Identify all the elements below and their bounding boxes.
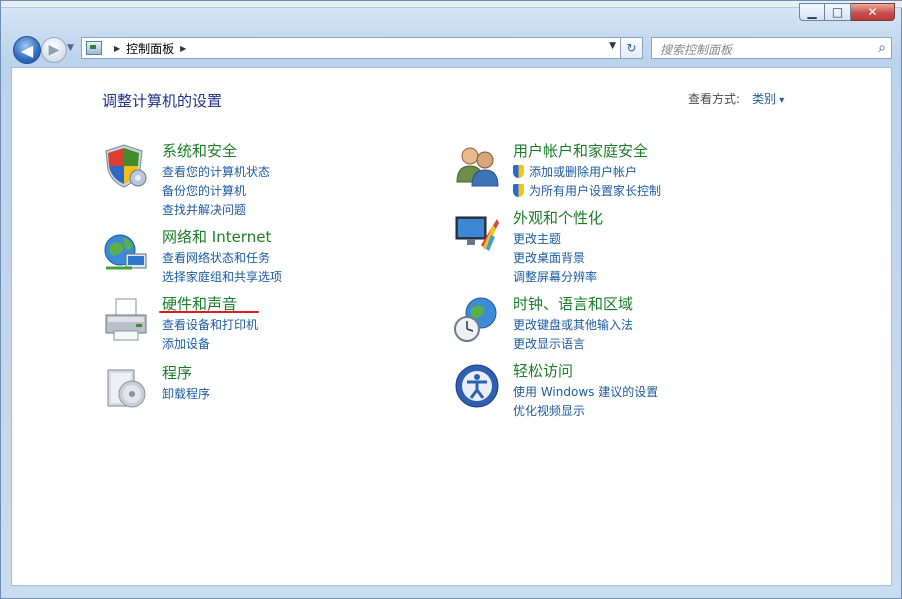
breadcrumb-chevron-icon[interactable]: ▶ <box>180 44 186 53</box>
search-placeholder: 搜索控制面板 <box>660 43 733 57</box>
category-title[interactable]: 程序 <box>162 362 192 383</box>
address-bar[interactable]: ▶ 控制面板 ▶ ▼ <box>81 37 621 59</box>
uac-shield-icon <box>513 184 524 197</box>
link-homegroup-sharing[interactable]: 选择家庭组和共享选项 <box>162 268 282 287</box>
shield-icon[interactable] <box>102 142 150 190</box>
page-title: 调整计算机的设置 <box>102 92 223 110</box>
category-title[interactable]: 网络和 Internet <box>162 226 271 247</box>
recent-pages-dropdown[interactable]: ▼ <box>67 43 74 53</box>
minimize-button[interactable]: ▁ <box>799 3 825 21</box>
link-display-language[interactable]: 更改显示语言 <box>513 335 633 354</box>
link-add-remove-accounts[interactable]: 添加或删除用户帐户 <box>513 163 661 182</box>
category-title[interactable]: 系统和安全 <box>162 140 237 161</box>
search-input[interactable]: 搜索控制面板 ⌕ <box>651 37 892 59</box>
close-icon: ✕ <box>867 5 878 19</box>
category-title[interactable]: 轻松访问 <box>513 360 573 381</box>
link-backup-computer[interactable]: 备份您的计算机 <box>162 182 270 201</box>
network-globe-icon[interactable] <box>102 228 150 276</box>
link-desktop-background[interactable]: 更改桌面背景 <box>513 249 597 268</box>
link-uninstall-program[interactable]: 卸载程序 <box>162 385 210 404</box>
navigation-bar: ◀ ▶ ▼ ▶ 控制面板 ▶ ▼ ↻ 搜索控制面板 ⌕ <box>9 35 895 64</box>
back-arrow-icon: ◀ <box>20 40 34 60</box>
link-add-device[interactable]: 添加设备 <box>162 335 258 354</box>
category-title[interactable]: 外观和个性化 <box>513 207 603 228</box>
link-optimize-display[interactable]: 优化视频显示 <box>513 402 658 421</box>
address-dropdown-icon[interactable]: ▼ <box>609 41 616 51</box>
link-troubleshoot[interactable]: 查找并解决问题 <box>162 201 270 220</box>
category-title[interactable]: 时钟、语言和区域 <box>513 293 633 314</box>
maximize-button[interactable]: □ <box>825 3 851 21</box>
link-change-theme[interactable]: 更改主题 <box>513 230 597 249</box>
link-screen-resolution[interactable]: 调整屏幕分辨率 <box>513 268 597 287</box>
category-title[interactable]: 用户帐户和家庭安全 <box>513 140 648 161</box>
close-button[interactable]: ✕ <box>851 3 895 21</box>
monitor-palette-icon[interactable] <box>453 209 501 257</box>
link-devices-printers[interactable]: 查看设备和打印机 <box>162 316 258 335</box>
forward-button[interactable]: ▶ <box>41 37 67 63</box>
refresh-icon: ↻ <box>626 41 637 55</box>
link-view-computer-status[interactable]: 查看您的计算机状态 <box>162 163 270 182</box>
users-icon[interactable] <box>453 142 501 190</box>
link-view-network-status[interactable]: 查看网络状态和任务 <box>162 249 282 268</box>
taskbar-strip <box>1 1 902 8</box>
breadcrumb-control-panel[interactable]: 控制面板 <box>126 40 174 57</box>
view-by-dropdown[interactable]: 类别 <box>752 90 784 107</box>
printer-icon[interactable] <box>102 295 150 343</box>
highlight-underline <box>159 311 259 313</box>
maximize-icon: □ <box>831 5 844 19</box>
control-panel-icon <box>86 41 102 55</box>
link-parental-controls[interactable]: 为所有用户设置家长控制 <box>513 182 661 201</box>
globe-clock-icon[interactable] <box>453 295 501 343</box>
minimize-icon: ▁ <box>807 5 817 19</box>
forward-arrow-icon: ▶ <box>48 42 60 58</box>
view-by-label: 查看方式: <box>688 92 741 106</box>
breadcrumb-chevron-icon[interactable]: ▶ <box>114 44 120 53</box>
search-icon[interactable]: ⌕ <box>878 40 886 56</box>
ease-of-access-icon[interactable] <box>453 362 501 410</box>
back-button[interactable]: ◀ <box>13 36 41 64</box>
refresh-button[interactable]: ↻ <box>621 37 643 59</box>
content-pane: 调整计算机的设置 查看方式: 类别 系统和安全 查看您的计算机状态 备份您的计算… <box>11 67 892 586</box>
window-frame: ▁ □ ✕ ◀ ▶ ▼ ▶ 控制面板 ▶ ▼ ↻ 搜索控制面板 ⌕ 调整计算机的… <box>0 0 902 599</box>
link-change-keyboards[interactable]: 更改键盘或其他输入法 <box>513 316 633 335</box>
window-controls: ▁ □ ✕ <box>799 3 895 21</box>
programs-disc-icon[interactable] <box>102 364 150 412</box>
uac-shield-icon <box>513 165 524 178</box>
link-recommended-settings[interactable]: 使用 Windows 建议的设置 <box>513 383 658 402</box>
